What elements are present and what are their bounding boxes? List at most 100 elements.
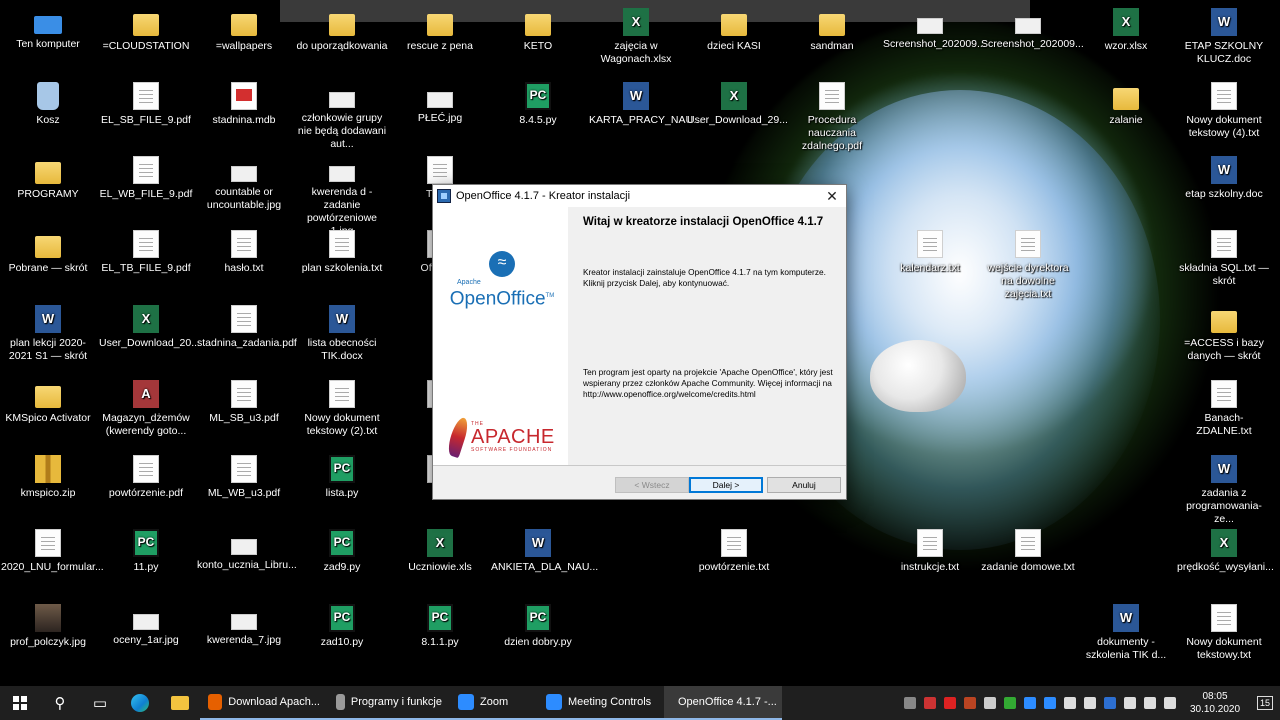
volume-icon[interactable] [1164,697,1176,709]
zoom-tray-icon[interactable] [1024,697,1036,709]
desktop-icon[interactable]: stadnina.mdb [195,82,293,127]
desktop-icon[interactable]: Wdokumenty - szkolenia TIK d... [1077,604,1175,662]
desktop-icon[interactable]: hasło.txt [195,230,293,275]
desktop-icon[interactable]: dzieci KASI [685,8,783,53]
desktop-icon[interactable]: W ANKIETA_DLA_NAU... [489,529,598,574]
tray-app-icon[interactable] [984,697,996,709]
desktop-icon[interactable]: KETO [489,8,587,53]
desktop-icon[interactable]: Wlista obecności TIK.docx [293,305,391,363]
desktop-icon[interactable]: konto_ucznia_Libru... [195,529,297,572]
desktop-icon[interactable]: zalanie [1077,82,1175,127]
desktop-icon[interactable]: Xzajęcia w Wagonach.xlsx [587,8,685,66]
desktop-icon[interactable]: Wetap szkolny.doc [1175,156,1273,201]
battery-icon[interactable] [1124,697,1136,709]
bluetooth-icon[interactable] [1104,697,1116,709]
desktop-icon[interactable]: EL_WB_FILE_9.pdf [97,156,195,201]
wifi-icon[interactable] [1144,697,1156,709]
desktop-icon[interactable]: Nowy dokument tekstowy (4).txt [1175,82,1273,140]
desktop-icon[interactable]: Xprędkość_wysyłani... [1175,529,1274,574]
taskbar-item[interactable]: Meeting Controls [538,686,664,720]
taskbar-item[interactable]: Download Apach... [200,686,328,720]
desktop-icon[interactable]: Wplan lekcji 2020-2021 S1 — skrót [0,305,97,363]
desktop-icon[interactable]: plan szkolenia.txt [293,230,391,275]
cancel-button[interactable]: Anuluj [767,477,841,493]
desktop-icon[interactable]: PROGRAMY [0,156,97,201]
desktop-icon[interactable]: 2020_LNU_formular... [0,529,104,574]
desktop-icon[interactable]: Screenshot_202009... [979,8,1084,51]
desktop-icon[interactable]: PC 8.4.5.py [489,82,587,127]
skype-icon[interactable] [904,697,916,709]
desktop-icon[interactable]: PC 8.1.1.py [391,604,489,649]
desktop-icon[interactable]: EL_SB_FILE_9.pdf [97,82,195,127]
desktop-icon[interactable]: powtórzenie.txt [685,529,783,574]
desktop-icon[interactable]: Pobrane — skrót [0,230,97,275]
microphone-icon[interactable] [1064,697,1076,709]
taskbar-item[interactable]: Zoom [450,686,538,720]
desktop-icon[interactable]: =wallpapers [195,8,293,53]
desktop-icon[interactable]: ML_WB_u3.pdf [195,455,293,500]
clock[interactable]: 08:05 30.10.2020 [1180,690,1250,716]
back-button[interactable]: < Wstecz [615,477,689,493]
desktop-icon[interactable]: PC zad10.py [293,604,391,649]
desktop-icon[interactable]: X Uczniowie.xls [391,529,489,574]
desktop-icon[interactable]: wejście dyrektora na dowolne zajęcia.txt [979,230,1077,301]
desktop-icon[interactable]: X User_Download_29... [685,82,788,127]
task-view-icon[interactable]: ▭ [80,686,120,720]
tray-app-icon[interactable] [944,697,956,709]
desktop-icon[interactable]: kalendarz.txt [881,230,979,275]
desktop-icon[interactable]: kwerenda_7.jpg [195,604,293,647]
desktop-icon[interactable]: Screenshot_202009... [881,8,986,51]
desktop-icon[interactable]: PC 11.py [97,529,195,574]
desktop-icon[interactable]: PŁEĆ.jpg [391,82,489,125]
file-explorer-icon[interactable] [160,686,200,720]
desktop-icon[interactable]: KMSpico Activator [0,380,97,425]
desktop-icon[interactable]: składnia SQL.txt — skrót [1175,230,1273,288]
desktop-icon[interactable]: W KARTA_PRACY_NAU... [587,82,702,127]
taskbar-item[interactable]: OpenOffice 4.1.7 -... [664,686,782,720]
desktop-icon[interactable]: =ACCESS i bazy danych — skrót [1175,305,1273,363]
desktop-icon[interactable]: Kosz [0,82,97,127]
desktop-icon[interactable]: ML_SB_u3.pdf [195,380,293,425]
desktop-icon[interactable]: Procedura nauczania zdalnego.pdf [783,82,881,153]
desktop-icon[interactable]: countable or uncountable.jpg [195,156,293,212]
desktop-icon[interactable]: X User_Download_20... [97,305,200,350]
windows-start-icon[interactable] [0,686,40,720]
desktop-icon[interactable]: rescue z pena [391,8,489,53]
desktop-icon[interactable]: Ten komputer [0,8,97,51]
desktop-icon[interactable]: stadnina_zadania.pdf [195,305,297,350]
meet-tray-icon[interactable] [1044,697,1056,709]
desktop-icon[interactable]: członkowie grupy nie będą dodawani aut..… [293,82,391,151]
desktop-icon[interactable]: instrukcje.txt [881,529,979,574]
desktop-icon[interactable]: Wzadania z programowania-ze... [1175,455,1273,526]
desktop-icon[interactable]: PC zad9.py [293,529,391,574]
usb-icon[interactable] [1084,697,1096,709]
desktop-icon[interactable]: powtórzenie.pdf [97,455,195,500]
desktop-icon[interactable]: Nowy dokument tekstowy (2).txt [293,380,391,438]
close-icon[interactable]: ✕ [818,185,846,207]
tray-app-icon[interactable] [964,697,976,709]
desktop-icon[interactable]: kwerenda d - zadanie powtórzeniowe 1.jpg [293,156,391,238]
desktop-icon[interactable]: W ETAP SZKOLNY KLUCZ.doc [1175,8,1273,66]
desktop-icon[interactable]: oceny_1ar.jpg [97,604,195,647]
desktop-icon[interactable]: =CLOUDSTATION [97,8,195,53]
desktop-icon[interactable]: do uporządkowania [293,8,391,53]
desktop-icon[interactable]: Banach-ZDALNE.txt [1175,380,1273,438]
desktop-icon[interactable]: sandman [783,8,881,53]
edge-icon[interactable] [120,686,160,720]
desktop-icon[interactable]: Xwzor.xlsx [1077,8,1175,53]
dialog-titlebar[interactable]: OpenOffice 4.1.7 - Kreator instalacji ✕ [433,185,846,207]
desktop-icon[interactable]: PC lista.py [293,455,391,500]
next-button[interactable]: Dalej > [689,477,763,493]
desktop-icon[interactable]: Nowy dokument tekstowy.txt [1175,604,1273,662]
taskbar-item[interactable]: Programy i funkcje [328,686,450,720]
desktop-icon[interactable]: prof_polczyk.jpg [0,604,97,649]
desktop-icon[interactable]: PC dzien dobry.py [489,604,587,649]
desktop-icon[interactable]: A Magazyn_dżemów (kwerendy goto... [97,380,195,438]
notification-center-icon[interactable]: 15 [1250,686,1280,720]
tray-app-icon[interactable] [924,697,936,709]
desktop-icon[interactable]: zadanie domowe.txt [979,529,1077,574]
search-icon[interactable]: ⚲ [40,686,80,720]
desktop-icon[interactable]: kmspico.zip [0,455,97,500]
desktop-icon[interactable]: EL_TB_FILE_9.pdf [97,230,195,275]
tray-app-icon[interactable] [1004,697,1016,709]
